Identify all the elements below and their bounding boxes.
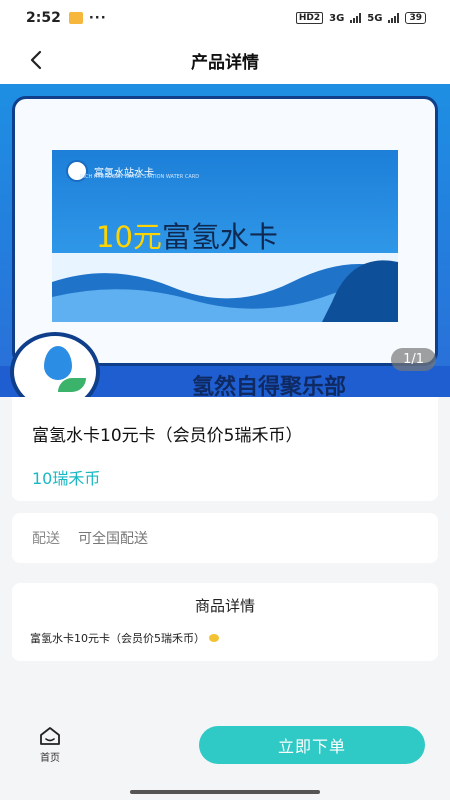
- delivery-row: 配送 可全国配送: [12, 513, 438, 563]
- product-info-card: 富氢水卡10元卡（会员价5瑞禾币） 10瑞禾币: [12, 397, 438, 501]
- bottom-bar: 首页 立即下单: [0, 712, 450, 800]
- battery-icon: 39: [405, 12, 426, 24]
- notification-icon: [68, 12, 83, 24]
- signal-icon-2: [388, 13, 400, 23]
- coin-icon: [209, 634, 219, 642]
- home-icon: [40, 727, 60, 745]
- delivery-label: 配送: [32, 531, 60, 547]
- app-header: 产品详情: [0, 36, 450, 84]
- chevron-left-icon: [30, 50, 42, 70]
- details-heading: 商品详情: [194, 597, 255, 615]
- hd-badge: HD2: [295, 12, 324, 24]
- wave-graphic: [52, 260, 398, 322]
- details-text-row: 富氢水卡10元卡（会员价5瑞禾币）: [30, 630, 219, 646]
- order-now-button[interactable]: 立即下单: [199, 726, 425, 764]
- card-brand-subtitle: RICH HYDROGEN WATER STATION WATER CARD: [80, 174, 200, 180]
- home-tab-label: 首页: [40, 753, 60, 764]
- network-label-2: 5G: [367, 12, 383, 24]
- home-tab[interactable]: 首页: [24, 726, 76, 766]
- status-time: 2:52: [26, 10, 61, 26]
- product-image-carousel[interactable]: 富氢水站水卡 RICH HYDROGEN WATER STATION WATER…: [0, 84, 450, 397]
- page-title: 产品详情: [191, 52, 259, 73]
- status-bar: 2:52 ··· HD2 3G 5G 39: [0, 0, 450, 36]
- delivery-value: 可全国配送: [78, 531, 148, 547]
- club-name: 氢然自得聚乐部: [192, 375, 347, 397]
- more-notifications-icon: ···: [88, 10, 107, 26]
- back-button[interactable]: [22, 46, 50, 74]
- network-label-1: 3G: [329, 12, 345, 24]
- details-text: 富氢水卡10元卡（会员价5瑞禾币）: [30, 632, 205, 645]
- product-card-image: 富氢水站水卡 RICH HYDROGEN WATER STATION WATER…: [52, 150, 398, 322]
- product-name: 富氢水卡10元卡（会员价5瑞禾币）: [32, 426, 303, 446]
- image-counter: 1/1: [391, 348, 436, 371]
- product-price: 10瑞禾币: [32, 469, 101, 488]
- system-home-indicator[interactable]: [130, 790, 320, 794]
- product-details-card: 商品详情 富氢水卡10元卡（会员价5瑞禾币）: [12, 583, 438, 661]
- signal-icon: [350, 13, 362, 23]
